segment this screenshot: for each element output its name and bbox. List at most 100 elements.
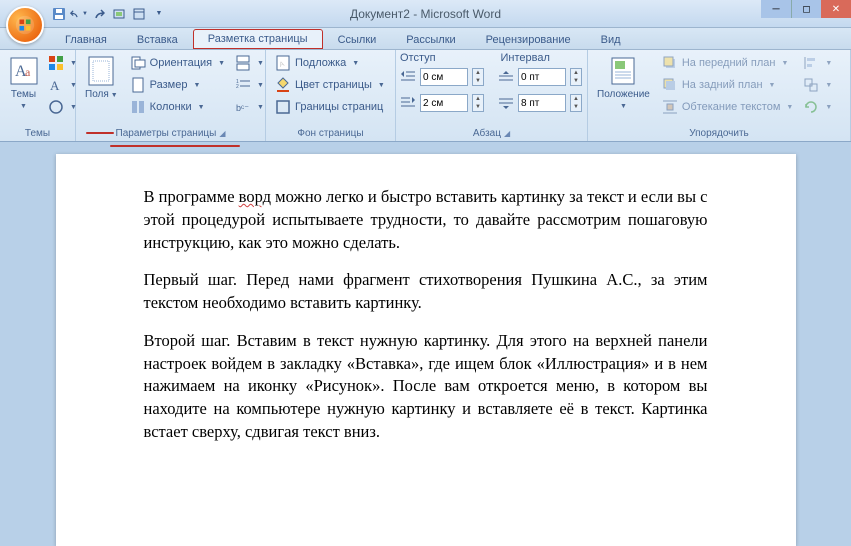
indent-left-icon [400, 70, 416, 84]
back-icon [662, 77, 678, 93]
group-page-bg: AПодложка▼ Цвет страницы▼ Границы страни… [266, 50, 396, 141]
arrange-group-label: Упорядочить [592, 126, 846, 141]
close-button[interactable]: ✕ [821, 0, 851, 18]
maximize-button[interactable]: ◻ [791, 0, 821, 18]
orientation-icon [130, 55, 146, 71]
window-title: Документ2 - Microsoft Word [350, 7, 501, 21]
text-wrap-label: Обтекание текстом [682, 101, 781, 113]
effects-icon [48, 99, 64, 115]
page-color-button[interactable]: Цвет страницы▼ [270, 74, 391, 96]
watermark-label: Подложка [295, 57, 346, 69]
page-color-label: Цвет страницы [295, 79, 372, 91]
size-icon [130, 77, 146, 93]
page-borders-label: Границы страниц [295, 101, 383, 113]
tab-layout[interactable]: Разметка страницы [193, 29, 323, 49]
svg-text:2: 2 [236, 84, 239, 90]
tab-references[interactable]: Ссылки [323, 30, 392, 49]
tab-review[interactable]: Рецензирование [471, 30, 586, 49]
page-bg-group-label: Фон страницы [270, 126, 391, 141]
send-back-button[interactable]: На задний план▼ [657, 74, 798, 96]
spacing-after-spinner[interactable]: ▲▼ [570, 94, 582, 112]
indent-right-icon [400, 96, 416, 110]
themes-button[interactable]: Aa Темы▼ [4, 52, 43, 115]
indent-right-spinner[interactable]: ▲▼ [472, 94, 484, 112]
columns-button[interactable]: Колонки▼ [125, 96, 230, 118]
svg-text:bᶜ⁻: bᶜ⁻ [236, 103, 249, 113]
svg-text:a: a [25, 65, 31, 79]
line-numbers-button[interactable]: 12▼ [232, 74, 258, 96]
group-arrange: Положение▼ На передний план▼ На задний п… [588, 50, 851, 141]
tab-insert[interactable]: Вставка [122, 30, 193, 49]
page-setup-launcher-icon[interactable]: ◢ [219, 129, 225, 138]
watermark-icon: A [275, 55, 291, 71]
spacing-before-spinner[interactable]: ▲▼ [570, 68, 582, 86]
orientation-button[interactable]: Ориентация▼ [125, 52, 230, 74]
page[interactable]: В программе ворд можно легко и быстро вс… [56, 154, 796, 546]
columns-label: Колонки [150, 101, 192, 113]
page-setup-group-label: Параметры страницы [116, 128, 217, 139]
page-borders-button[interactable]: Границы страниц [270, 96, 391, 118]
theme-effects-button[interactable]: ▼ [45, 96, 71, 118]
qat-icon-2[interactable] [130, 5, 148, 23]
columns-icon [130, 99, 146, 115]
group-themes: Aa Темы▼ ▼ A▼ ▼ Темы [0, 50, 76, 141]
tab-home[interactable]: Главная [50, 30, 122, 49]
undo-icon[interactable]: ▼ [70, 5, 88, 23]
group-icon [803, 77, 819, 93]
margins-button[interactable]: Поля ▼ [80, 52, 123, 104]
send-back-label: На задний план [682, 79, 763, 91]
themes-group-label: Темы [4, 126, 71, 141]
hyphenation-button[interactable]: bᶜ⁻▼ [232, 96, 258, 118]
indent-label: Отступ [400, 52, 483, 64]
ribbon: Aa Темы▼ ▼ A▼ ▼ Темы Поля ▼ Ориентация▼ … [0, 50, 851, 142]
paragraph-2[interactable]: Первый шаг. Перед нами фрагмент стихотво… [144, 269, 708, 315]
document-area: В программе ворд можно легко и быстро вс… [0, 142, 851, 546]
orientation-label: Ориентация [150, 57, 212, 69]
group-paragraph: Отступ Интервал 0 см ▲▼ 0 пт ▲▼ 2 см ▲▼ … [396, 50, 588, 141]
indent-left-input[interactable]: 0 см [420, 68, 468, 86]
rotate-icon [803, 99, 819, 115]
margins-icon [85, 55, 117, 87]
indent-left-spinner[interactable]: ▲▼ [472, 68, 484, 86]
minimize-button[interactable]: ─ [761, 0, 791, 18]
align-button[interactable]: ▼ [800, 52, 826, 74]
bring-front-label: На передний план [682, 57, 776, 69]
spacing-before-input[interactable]: 0 пт [518, 68, 566, 86]
theme-fonts-button[interactable]: A▼ [45, 74, 71, 96]
spelling-error[interactable]: ворд [239, 187, 271, 206]
tab-mailings[interactable]: Рассылки [391, 30, 470, 49]
borders-icon [275, 99, 291, 115]
red-underline-page-setup [110, 145, 240, 148]
paragraph-launcher-icon[interactable]: ◢ [504, 129, 510, 138]
size-button[interactable]: Размер▼ [125, 74, 230, 96]
paragraph-1[interactable]: В программе ворд можно легко и быстро вс… [144, 186, 708, 254]
group-button[interactable]: ▼ [800, 74, 826, 96]
rotate-button[interactable]: ▼ [800, 96, 826, 118]
page-color-icon [275, 77, 291, 93]
paragraph-3[interactable]: Второй шаг. Вставим в текст нужную карти… [144, 330, 708, 444]
spacing-after-input[interactable]: 8 пт [518, 94, 566, 112]
text-wrap-button[interactable]: Обтекание текстом▼ [657, 96, 798, 118]
margins-label: Поля [85, 89, 109, 100]
office-button[interactable] [6, 6, 44, 44]
position-icon [607, 55, 639, 87]
fonts-icon: A [48, 77, 64, 93]
redo-icon[interactable] [90, 5, 108, 23]
themes-icon: Aa [8, 55, 40, 87]
bring-front-button[interactable]: На передний план▼ [657, 52, 798, 74]
theme-colors-button[interactable]: ▼ [45, 52, 71, 74]
position-button[interactable]: Положение▼ [592, 52, 655, 115]
ribbon-tabs: Главная Вставка Разметка страницы Ссылки… [0, 28, 851, 50]
qat-customize-icon[interactable]: ▼ [150, 5, 168, 23]
size-label: Размер [150, 79, 188, 91]
save-icon[interactable] [50, 5, 68, 23]
paragraph-group-label: Абзац [473, 128, 501, 139]
wrap-icon [662, 99, 678, 115]
spacing-after-icon [498, 96, 514, 110]
front-icon [662, 55, 678, 71]
tab-view[interactable]: Вид [586, 30, 636, 49]
indent-right-input[interactable]: 2 см [420, 94, 468, 112]
breaks-button[interactable]: ▼ [232, 52, 258, 74]
watermark-button[interactable]: AПодложка▼ [270, 52, 391, 74]
qat-icon-1[interactable] [110, 5, 128, 23]
